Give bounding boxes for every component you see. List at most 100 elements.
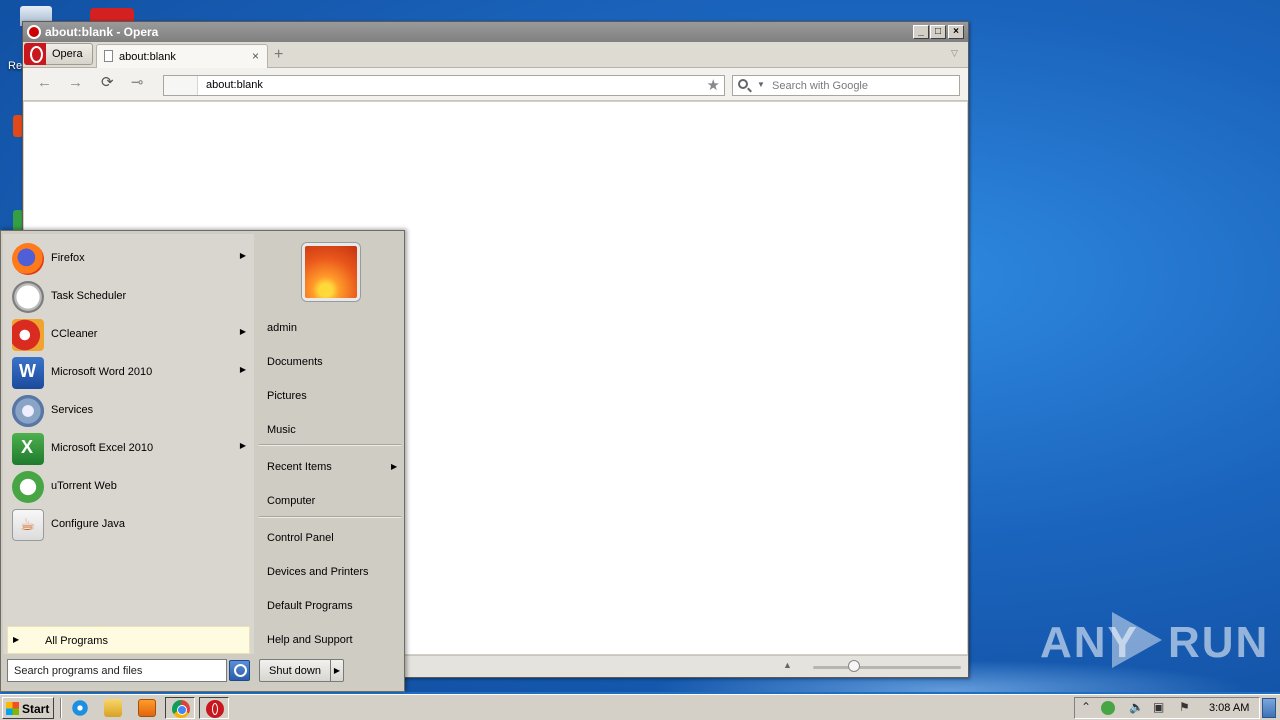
all-programs-arrow-icon: ▶: [13, 635, 20, 644]
opera-menu-button[interactable]: Opera: [24, 43, 93, 65]
ccleaner-icon: [12, 319, 44, 351]
forward-icon[interactable]: →: [68, 75, 83, 91]
tab-menu-icon[interactable]: ▽: [951, 48, 958, 59]
taskbar-separator: [60, 698, 62, 718]
taskbar-opera-button[interactable]: [199, 697, 229, 719]
shutdown-options-button[interactable]: ▶: [330, 659, 344, 682]
opera-logo-icon: [24, 43, 46, 65]
file-explorer-icon[interactable]: [104, 699, 122, 717]
java-icon: [12, 509, 44, 541]
place-item[interactable]: Documents: [267, 356, 323, 368]
program-label: CCleaner: [51, 328, 98, 340]
all-programs-label: All Programs: [45, 635, 108, 647]
program-label: Microsoft Excel 2010: [51, 442, 154, 454]
all-programs-button[interactable]: ▶ All Programs: [7, 626, 250, 654]
zoom-slider-track[interactable]: [813, 666, 961, 669]
excel-icon: [12, 433, 44, 465]
opera-icon: [206, 700, 224, 718]
place-item[interactable]: Help and Support: [267, 634, 353, 646]
place-item[interactable]: admin: [267, 322, 297, 334]
search-engine-dropdown-icon[interactable]: ▼: [757, 80, 765, 89]
internet-explorer-icon[interactable]: [71, 699, 89, 717]
new-tab-icon[interactable]: +: [274, 46, 283, 64]
start-search-input[interactable]: Search programs and files: [7, 659, 227, 682]
program-label: Task Scheduler: [51, 290, 127, 302]
watermark-play-icon: [1112, 612, 1162, 668]
program-item[interactable]: Task Scheduler: [8, 278, 252, 314]
start-button[interactable]: Start: [2, 697, 54, 719]
media-player-icon[interactable]: [138, 699, 156, 717]
search-icon: [738, 79, 748, 89]
program-label: Configure Java: [51, 518, 125, 530]
navigation-toolbar: ← → ⟳ ⊸ about:blank ★ ▼ Search with Goog…: [23, 68, 968, 101]
utorrent-tray-icon[interactable]: [1101, 701, 1115, 715]
place-item[interactable]: Computer: [267, 495, 315, 507]
submenu-arrow-icon: ▶: [239, 441, 246, 450]
tab-bar: Opera about:blank × + ▽: [23, 42, 968, 68]
volume-icon[interactable]: 🔈: [1129, 700, 1144, 714]
network-icon[interactable]: ▣: [1153, 700, 1164, 714]
search-placeholder: Search with Google: [772, 80, 868, 92]
start-menu-programs-pane: Firefox▶Task SchedulerCCleaner▶Microsoft…: [3, 234, 254, 654]
maximize-button[interactable]: □: [930, 25, 946, 39]
program-label: Firefox: [51, 252, 85, 264]
bookmark-star-icon[interactable]: ★: [707, 76, 720, 94]
shutdown-label: Shut down: [269, 665, 321, 677]
menu-separator: [259, 444, 401, 446]
place-item[interactable]: Music: [267, 424, 296, 436]
program-label: Microsoft Word 2010: [51, 366, 153, 378]
menu-separator: [259, 516, 401, 518]
shutdown-button[interactable]: Shut down: [259, 659, 331, 682]
program-label: Services: [51, 404, 94, 416]
show-hidden-icons-icon[interactable]: ⌃: [1081, 700, 1091, 714]
program-item[interactable]: Microsoft Excel 2010 ▶: [8, 430, 252, 466]
program-item[interactable]: Services: [8, 392, 252, 428]
minimize-button[interactable]: _: [913, 25, 929, 39]
address-bar[interactable]: about:blank ★: [163, 75, 725, 96]
program-item[interactable]: Microsoft Word 2010 ▶: [8, 354, 252, 390]
zoom-slider-thumb[interactable]: [848, 660, 861, 672]
panel-toggle-icon[interactable]: ▲: [783, 660, 792, 670]
program-item[interactable]: Firefox ▶: [8, 240, 252, 276]
key-icon[interactable]: ⊸: [131, 75, 144, 91]
windows-flag-icon: [6, 702, 19, 715]
program-item[interactable]: Configure Java: [8, 506, 252, 542]
firefox-icon: [12, 243, 44, 275]
tab-title: about:blank: [119, 51, 176, 63]
utorrent-icon: [12, 471, 44, 503]
place-item[interactable]: Devices and Printers: [267, 566, 369, 578]
action-center-flag-icon[interactable]: ⚑: [1179, 700, 1190, 714]
clock[interactable]: 3:08 AM: [1209, 702, 1249, 714]
services-icon: [12, 395, 44, 427]
tab-about-blank[interactable]: about:blank ×: [96, 44, 268, 68]
chrome-icon: [172, 700, 190, 718]
system-tray: ⌃ 🔈 ▣ ⚑ 3:08 AM: [1074, 697, 1260, 719]
place-item[interactable]: Control Panel: [267, 532, 334, 544]
window-titlebar[interactable]: about:blank - Opera _ □ ×: [23, 22, 968, 42]
desktop-icon-label: Re: [8, 60, 23, 72]
taskbar-chrome-button[interactable]: [165, 697, 195, 719]
place-item[interactable]: Pictures: [267, 390, 307, 402]
program-item[interactable]: CCleaner ▶: [8, 316, 252, 352]
submenu-arrow-icon: ▶: [239, 251, 246, 260]
start-search-button[interactable]: [229, 660, 250, 681]
search-field[interactable]: ▼ Search with Google: [732, 75, 960, 96]
reload-icon[interactable]: ⟳: [101, 75, 114, 91]
watermark-run: RUN: [1168, 618, 1270, 667]
back-icon[interactable]: ←: [37, 75, 52, 91]
page-icon: [104, 50, 113, 62]
user-picture[interactable]: [302, 243, 360, 301]
start-menu: Firefox▶Task SchedulerCCleaner▶Microsoft…: [0, 230, 405, 692]
opera-menu-label: Opera: [52, 48, 83, 60]
program-item[interactable]: uTorrent Web: [8, 468, 252, 504]
start-label: Start: [22, 702, 50, 716]
window-title: about:blank - Opera: [45, 25, 159, 39]
close-button[interactable]: ×: [948, 25, 964, 39]
place-item[interactable]: Default Programs: [267, 600, 353, 612]
address-site-segment[interactable]: [164, 76, 198, 95]
address-text[interactable]: about:blank: [206, 79, 263, 91]
show-desktop-button[interactable]: [1262, 698, 1276, 718]
place-item[interactable]: Recent Items: [267, 461, 332, 473]
tab-close-icon[interactable]: ×: [252, 49, 259, 63]
recent-items-arrow-icon: ▶: [391, 462, 398, 471]
